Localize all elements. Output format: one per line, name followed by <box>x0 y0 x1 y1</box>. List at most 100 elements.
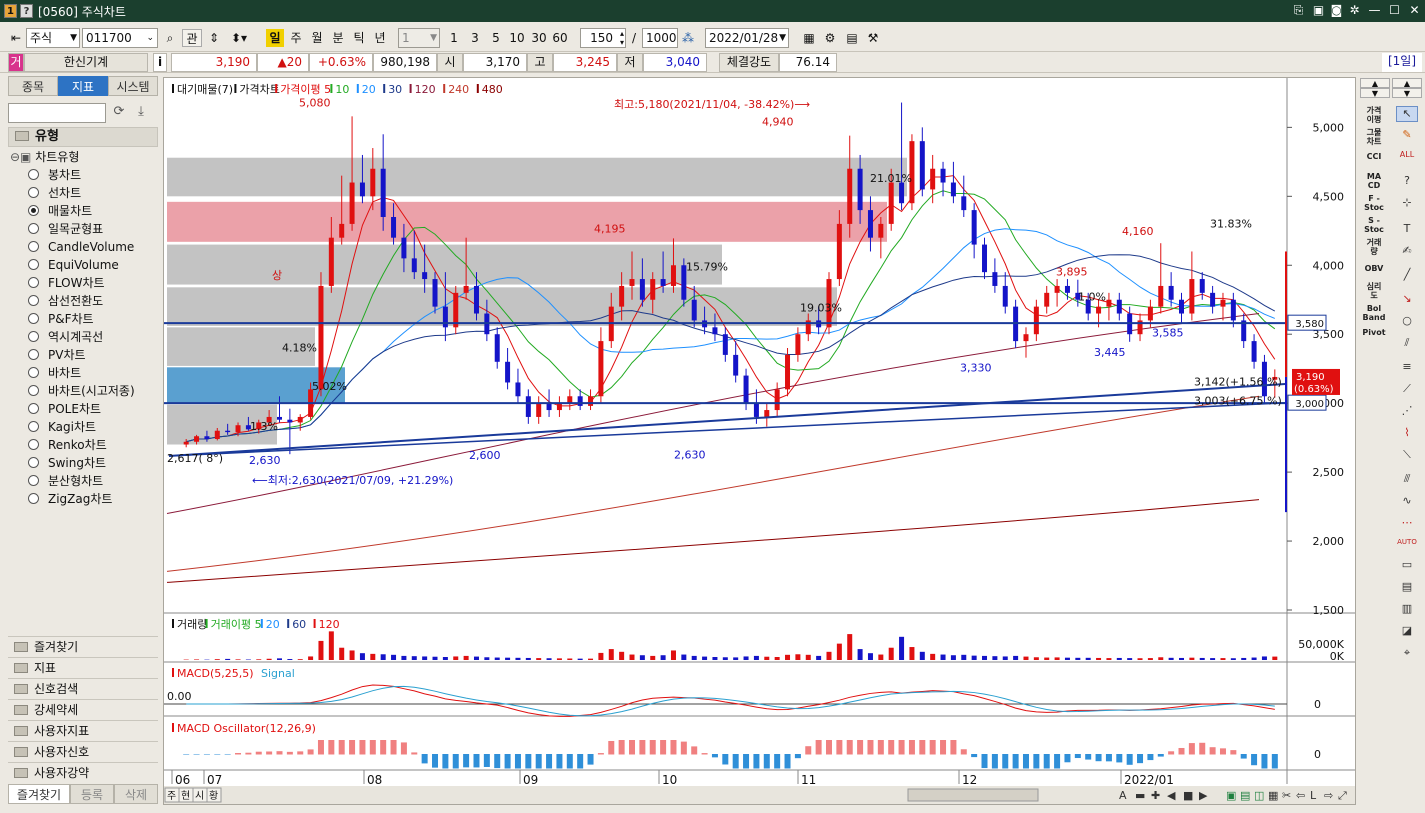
indicator-shortcut[interactable]: 거래 량 <box>1358 238 1390 256</box>
delete-button[interactable]: 삭제 <box>114 784 158 804</box>
minimize-button[interactable]: — <box>1366 2 1383 19</box>
radio-button[interactable] <box>28 187 39 198</box>
settings-gear-icon[interactable]: ✲ <box>1346 2 1363 19</box>
ruler-icon[interactable]: ✍ <box>1396 244 1418 260</box>
channel-icon[interactable]: ⫽ <box>1396 336 1418 352</box>
chart-type-item[interactable]: PV차트 <box>28 346 86 364</box>
market-select[interactable]: 주식 ▼ <box>26 28 80 48</box>
eraser-icon[interactable]: ✎ <box>1396 128 1418 144</box>
search-icon[interactable]: ⌕ <box>162 29 178 47</box>
chart-type-item[interactable]: P&F차트 <box>28 310 94 328</box>
chart-type-item[interactable]: 바차트(시고저종) <box>28 382 135 400</box>
date-select[interactable]: 2022/01/28 ▼ <box>705 28 789 48</box>
chart-type-item[interactable]: 역시계곡선 <box>28 328 103 346</box>
indicator-shortcut[interactable]: 그물 차트 <box>1358 128 1390 146</box>
period-tick-button[interactable]: 틱 <box>350 29 368 47</box>
folder-item[interactable]: 지표 <box>8 657 158 678</box>
crosshair-icon[interactable]: ⊹ <box>1396 196 1418 212</box>
chart-type-item[interactable]: CandleVolume <box>28 238 134 256</box>
folder-item[interactable]: 사용자지표 <box>8 720 158 741</box>
pin-icon[interactable]: ⌖ <box>1396 646 1418 662</box>
maximize-button[interactable]: ☐ <box>1386 2 1403 19</box>
save-icon[interactable]: ▤ <box>843 29 861 47</box>
prev-icon[interactable]: ⇤ <box>8 29 24 47</box>
quick-count-3[interactable]: 3 <box>467 29 483 47</box>
scroll-up-button-2[interactable]: ▲ <box>1392 78 1422 88</box>
indicator-shortcut[interactable]: S - Stoc <box>1358 216 1390 234</box>
download-icon[interactable]: ⤓ <box>132 104 150 122</box>
indicator-shortcut[interactable]: OBV <box>1358 264 1390 273</box>
chart-type-item[interactable]: 선차트 <box>28 184 81 202</box>
radio-button[interactable] <box>28 475 39 486</box>
radio-button[interactable] <box>28 169 39 180</box>
cycle-icon[interactable]: ⌇ <box>1396 426 1418 442</box>
radio-button[interactable] <box>28 421 39 432</box>
save-screen-icon[interactable]: ▣ <box>1310 2 1327 19</box>
radio-button[interactable] <box>28 457 39 468</box>
info-icon[interactable]: i <box>153 53 167 72</box>
gann-icon[interactable]: ⋰ <box>1396 404 1418 420</box>
wave-icon[interactable]: ∿ <box>1396 494 1418 510</box>
scroll-down-button-2[interactable]: ▼ <box>1392 88 1422 98</box>
chart-type-item[interactable]: FLOW차트 <box>28 274 105 292</box>
bar-icon[interactable]: ▥ <box>1396 602 1418 618</box>
quick-count-10[interactable]: 10 <box>507 29 527 47</box>
tab-indicator[interactable]: 지표 <box>58 76 108 96</box>
screen-icon[interactable]: ▭ <box>1396 558 1418 574</box>
indicator-shortcut[interactable]: F - Stoc <box>1358 194 1390 212</box>
radio-button[interactable] <box>28 385 39 396</box>
indicator-shortcut[interactable]: 가격 이평 <box>1358 106 1390 124</box>
radio-button[interactable] <box>28 259 39 270</box>
refresh-icon[interactable]: ⟳ <box>110 104 128 122</box>
radio-button[interactable] <box>28 241 39 252</box>
chart-type-item[interactable]: 삼선전환도 <box>28 292 103 310</box>
max-count-input[interactable]: 1000 <box>642 28 678 48</box>
close-button[interactable]: ✕ <box>1406 2 1423 19</box>
fan-icon[interactable]: ⟋ <box>1396 382 1418 398</box>
folder-item[interactable]: 신호검색 <box>8 678 158 699</box>
regression-icon[interactable]: ⟍ <box>1396 448 1418 464</box>
question-icon[interactable]: ? <box>1396 174 1418 190</box>
settings-icon[interactable]: ⚙ <box>821 29 839 47</box>
radio-button[interactable] <box>28 223 39 234</box>
period-minute-button[interactable]: 분 <box>329 29 347 47</box>
radio-button[interactable] <box>28 313 39 324</box>
radio-button[interactable] <box>28 277 39 288</box>
split-icon[interactable]: ⋯ <box>1396 516 1418 532</box>
chart-type-item[interactable]: 일목균형표 <box>28 220 103 238</box>
register-button[interactable]: 등록 <box>70 784 114 804</box>
chart-type-item[interactable]: Renko차트 <box>28 436 107 454</box>
period-day-button[interactable]: 일 <box>266 29 284 47</box>
chart-type-item[interactable]: 분산형차트 <box>28 472 103 490</box>
folder-item[interactable]: 사용자강약 <box>8 762 158 783</box>
fibo-icon[interactable]: ≡ <box>1396 360 1418 376</box>
radio-button[interactable] <box>28 349 39 360</box>
quick-count-30[interactable]: 30 <box>529 29 549 47</box>
radio-button[interactable] <box>28 493 39 504</box>
scroll-up-button[interactable]: ▲ <box>1360 78 1390 88</box>
period-year-button[interactable]: 년 <box>371 29 389 47</box>
indicator-search-input[interactable] <box>8 103 106 123</box>
updown-icon[interactable]: ⇕ <box>205 29 223 47</box>
display-count-input[interactable]: 150 ▴ ▾ <box>580 28 626 48</box>
grid-icon[interactable]: ▦ <box>800 29 818 47</box>
chart-canvas[interactable]: 5,0004,5004,0003,5003,0002,5002,0001,500… <box>164 78 1355 804</box>
chart-type-item[interactable]: 매물차트 <box>28 202 92 220</box>
indicator-shortcut[interactable]: MA CD <box>1358 172 1390 190</box>
indicator-shortcut[interactable]: CCI <box>1358 152 1390 161</box>
arrow-line-icon[interactable]: ↘ <box>1396 292 1418 308</box>
tab-system[interactable]: 시스템 <box>108 76 158 96</box>
chart-type-item[interactable]: EquiVolume <box>28 256 119 274</box>
chart-type-item[interactable]: POLE차트 <box>28 400 101 418</box>
chart-type-item[interactable]: 바차트 <box>28 364 81 382</box>
quick-count-1[interactable]: 1 <box>446 29 462 47</box>
chart-icon[interactable]: ◪ <box>1396 624 1418 640</box>
trendline-icon[interactable]: ╱ <box>1396 268 1418 284</box>
period-week-button[interactable]: 주 <box>287 29 305 47</box>
zoom-icon[interactable]: ⁂ <box>680 29 696 47</box>
indicator-shortcut[interactable]: 심리 도 <box>1358 282 1390 300</box>
delete-all-icon[interactable]: ALL <box>1396 150 1418 166</box>
folder-item[interactable]: 즐겨찾기 <box>8 636 158 657</box>
count-select[interactable]: 1 ▼ <box>398 28 440 48</box>
quick-count-60[interactable]: 60 <box>550 29 570 47</box>
